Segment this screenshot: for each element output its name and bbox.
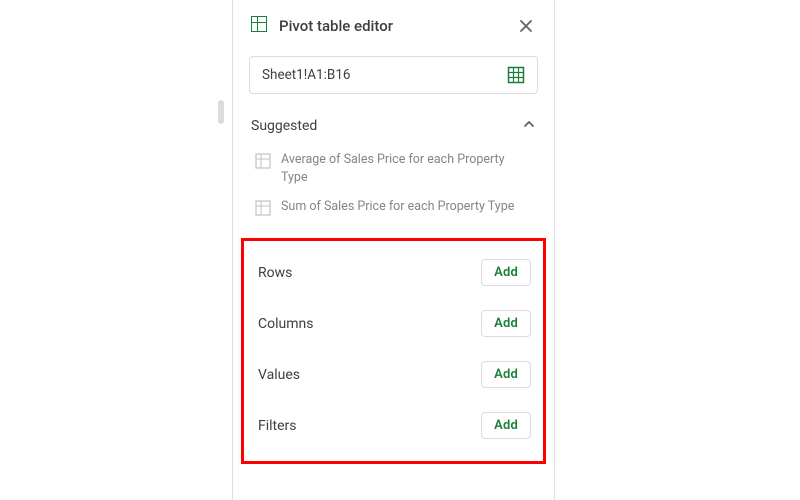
suggested-item-text: Sum of Sales Price for each Property Typ… (281, 198, 520, 216)
suggested-label: Suggested (251, 118, 522, 134)
filters-section: Filters Add (250, 400, 537, 451)
pivot-table-icon (249, 14, 269, 38)
suggested-list: Average of Sales Price for each Property… (233, 139, 554, 236)
pivot-table-editor-panel: Pivot table editor Suggested (232, 0, 555, 500)
left-gutter-handle (218, 100, 224, 124)
suggested-toggle[interactable]: Suggested (233, 98, 554, 139)
data-range-field[interactable] (249, 56, 538, 94)
add-rows-button[interactable]: Add (481, 259, 531, 286)
suggested-item[interactable]: Average of Sales Price for each Property… (233, 145, 554, 192)
close-icon (518, 18, 534, 34)
select-range-button[interactable] (505, 64, 527, 86)
rows-label: Rows (258, 265, 292, 281)
suggested-item-text: Average of Sales Price for each Property… (281, 151, 536, 186)
chevron-up-icon (522, 116, 536, 135)
data-range-input[interactable] (262, 67, 505, 83)
panel-title: Pivot table editor (279, 17, 514, 35)
add-values-button[interactable]: Add (481, 361, 531, 388)
add-filters-button[interactable]: Add (481, 412, 531, 439)
highlight-annotation: Rows Add Columns Add Values Add Filters … (241, 238, 546, 464)
panel-header: Pivot table editor (233, 0, 554, 48)
pivot-mini-icon (255, 200, 271, 220)
grid-select-icon (507, 66, 525, 84)
add-columns-button[interactable]: Add (481, 310, 531, 337)
filters-label: Filters (258, 418, 297, 434)
values-label: Values (258, 367, 300, 383)
close-button[interactable] (514, 14, 538, 38)
columns-label: Columns (258, 316, 313, 332)
pivot-mini-icon (255, 153, 271, 173)
columns-section: Columns Add (250, 298, 537, 349)
suggested-item[interactable]: Sum of Sales Price for each Property Typ… (233, 192, 554, 226)
values-section: Values Add (250, 349, 537, 400)
rows-section: Rows Add (250, 247, 537, 298)
